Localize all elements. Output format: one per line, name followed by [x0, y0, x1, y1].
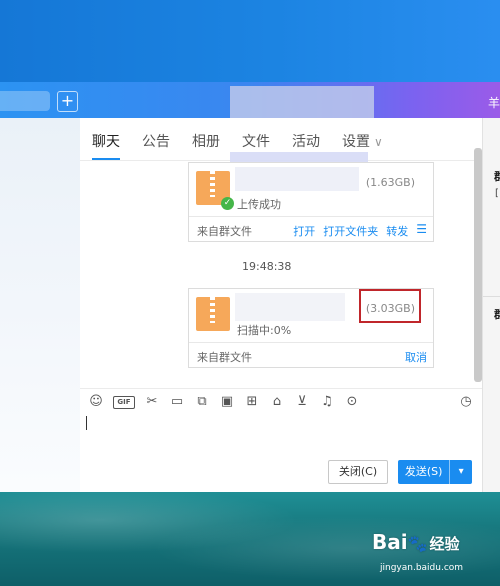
file-message-footer: 来自群文件 打开 打开文件夹 转发 ☰ [189, 216, 433, 241]
group-name-redacted [230, 86, 374, 118]
file-actions: 打开 打开文件夹 转发 ☰ [293, 223, 427, 239]
chat-panel: 聊天 公告 相册 文件 活动 设置 ∨ ✓ (1.63GB) 上传成功 来自群文件… [80, 118, 482, 492]
history-icon[interactable]: ◷ [458, 394, 474, 410]
tab-announcement[interactable]: 公告 [142, 132, 170, 154]
side-panel-text: [ [495, 188, 499, 199]
file-message-body: ✓ (1.63GB) 上传成功 [189, 163, 433, 216]
tab-settings-label: 设置 [342, 134, 370, 150]
watermark-url: jingyan.baidu.com [380, 563, 464, 573]
file-name-redacted [235, 293, 345, 321]
file-status: 上传成功 [237, 198, 281, 211]
chat-tabs: 聊天 公告 相册 文件 活动 设置 ∨ [92, 132, 405, 154]
paw-icon: 🐾 [407, 534, 428, 553]
file-message-scanning[interactable]: (3.03GB) 扫描中:0% 来自群文件 取消 [188, 288, 434, 368]
highlight-box [359, 289, 421, 323]
send-dropdown-icon[interactable]: ▾ [449, 460, 472, 484]
search-input[interactable] [0, 91, 50, 111]
file-source: 来自群文件 [197, 225, 252, 238]
file-status: 扫描中:0% [237, 324, 292, 337]
file-message-body: (3.03GB) 扫描中:0% [189, 289, 433, 342]
file-actions: 取消 [405, 349, 427, 365]
bell-icon[interactable]: ♫ [319, 394, 335, 410]
gif-icon[interactable]: GIF [113, 395, 135, 409]
message-timestamp: 19:48:38 [242, 260, 292, 273]
side-panel-members-title: 群 [494, 308, 500, 321]
more-icon[interactable]: ⊙ [344, 394, 360, 410]
scissors-icon[interactable]: ✂ [144, 394, 160, 410]
gift-box-icon[interactable]: ⊞ [244, 394, 260, 410]
emoji-icon[interactable]: ☺ [88, 394, 104, 410]
tab-chat[interactable]: 聊天 [92, 132, 120, 154]
desktop-background-top [0, 0, 500, 82]
file-name-redacted [235, 167, 359, 191]
image-icon[interactable]: ▣ [219, 394, 235, 410]
contact-list[interactable] [0, 118, 80, 492]
file-size: (1.63GB) [365, 176, 415, 189]
tab-files[interactable]: 文件 [242, 132, 270, 154]
present-icon[interactable]: ⌂ [269, 394, 285, 410]
side-panel-title: 群 [494, 170, 500, 183]
file-message-uploaded[interactable]: ✓ (1.63GB) 上传成功 来自群文件 打开 打开文件夹 转发 ☰ [188, 162, 434, 242]
watermark-brand-suffix: 经验 [429, 535, 460, 553]
window-title-right: 羊 [488, 96, 500, 110]
check-icon: ✓ [221, 197, 234, 210]
text-input-caret[interactable] [86, 416, 87, 430]
open-folder-link[interactable]: 打开文件夹 [323, 223, 378, 239]
message-scrollbar[interactable] [474, 148, 482, 382]
chevron-down-icon: ∨ [374, 135, 383, 149]
screenshot-icon[interactable]: ⧉ [194, 394, 210, 410]
group-side-panel: 群 [ 群 [482, 118, 500, 492]
forward-link[interactable]: 转发 [386, 223, 408, 239]
file-message-footer: 来自群文件 取消 [189, 342, 433, 367]
tab-album[interactable]: 相册 [192, 132, 220, 154]
send-button[interactable]: 发送(S) ▾ [398, 460, 472, 484]
toolbar-divider [80, 388, 482, 389]
file-source: 来自群文件 [197, 351, 252, 364]
input-toolbar: ☺ GIF ✂ ▭ ⧉ ▣ ⊞ ⌂ ⊻ ♫ ⊙ [88, 394, 360, 410]
send-button-label: 发送(S) [404, 465, 443, 478]
open-link[interactable]: 打开 [293, 223, 315, 239]
zip-file-icon [196, 297, 230, 331]
red-envelope-icon[interactable]: ⊻ [294, 394, 310, 410]
tab-activity[interactable]: 活动 [292, 132, 320, 154]
menu-icon[interactable]: ☰ [416, 223, 427, 239]
folder-icon[interactable]: ▭ [169, 394, 185, 410]
cancel-link[interactable]: 取消 [405, 349, 427, 365]
watermark-brand: Bai [372, 530, 408, 554]
baidu-watermark: Bai🐾 经验 [372, 530, 460, 554]
close-button[interactable]: 关闭(C) [328, 460, 388, 484]
add-button[interactable]: + [57, 91, 78, 112]
side-panel-divider [483, 296, 500, 297]
tab-settings[interactable]: 设置 ∨ [342, 132, 383, 154]
